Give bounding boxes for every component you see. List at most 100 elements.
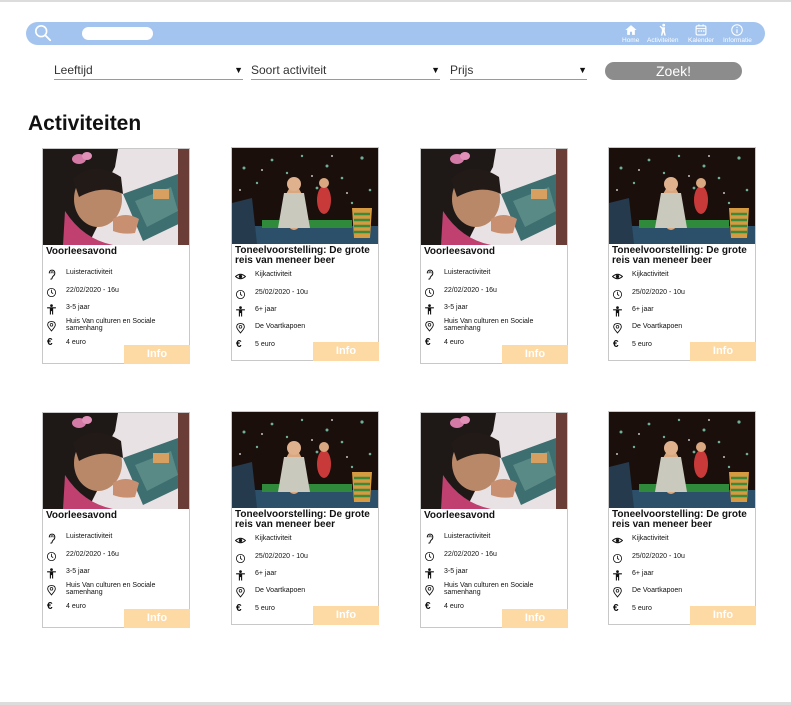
activity-age-row: 3-5 jaar: [424, 566, 566, 579]
activity-age-row: 3-5 jaar: [46, 566, 188, 579]
child-icon: [46, 302, 58, 315]
nav-home[interactable]: Home: [622, 22, 639, 45]
activity-price: 4 euro: [66, 339, 86, 346]
activity-kind-row: Luisteractiviteit: [424, 267, 566, 280]
nav-activiteiten[interactable]: Activiteiten: [647, 22, 678, 45]
eye-icon: [234, 533, 247, 545]
activity-photo: [421, 149, 567, 245]
activity-location-row: Huis Van culturen en Sociale samenhang: [424, 582, 566, 596]
activity-kind-row: Kijkactiviteit: [234, 533, 377, 545]
activity-title: Toneelvoorstelling: De grote reis van me…: [235, 245, 370, 266]
activity-photo: [232, 148, 378, 244]
location-pin-icon: [424, 583, 436, 596]
activity-age: 3-5 jaar: [66, 568, 90, 575]
activity-title: Voorleesavond: [46, 246, 117, 257]
activity-kind-row: Luisteractiviteit: [424, 531, 566, 544]
activity-date: 25/02/2020 - 10u: [255, 289, 308, 296]
activity-age: 6+ jaar: [255, 306, 277, 313]
dropdown-arrow-icon: ▼: [234, 65, 243, 75]
euro-icon: €: [425, 601, 431, 612]
activity-card[interactable]: Voorleesavond Luisteractiviteit 22/02/2020…: [420, 148, 568, 364]
activity-photo: [421, 413, 567, 509]
activity-location: De Voartkapoen: [255, 587, 306, 594]
activity-photo: [609, 412, 755, 508]
activity-date: 25/02/2020 - 10u: [632, 553, 685, 560]
activity-card[interactable]: Toneelvoorstelling: De grote reis van me…: [231, 147, 379, 361]
activity-kind-row: Kijkactiviteit: [234, 269, 377, 281]
age-filter-select[interactable]: Leeftijd ▼: [54, 60, 243, 80]
activity-location-row: De Voartkapoen: [235, 321, 377, 334]
ear-icon: [46, 267, 58, 280]
search-button[interactable]: Zoek!: [605, 62, 742, 80]
activity-card[interactable]: Toneelvoorstelling: De grote reis van me…: [608, 411, 756, 625]
activity-location-row: Huis Van culturen en Sociale samenhang: [46, 582, 188, 596]
type-filter-select[interactable]: Soort activiteit ▼: [251, 60, 440, 80]
activity-age: 6+ jaar: [255, 570, 277, 577]
info-button[interactable]: Info: [502, 345, 568, 364]
activity-age-row: 3-5 jaar: [46, 302, 188, 315]
price-filter-select[interactable]: Prijs ▼: [450, 60, 587, 80]
search-icon[interactable]: [34, 24, 52, 42]
location-pin-icon: [235, 321, 247, 334]
activity-location: Huis Van culturen en Sociale samenhang: [444, 318, 534, 332]
search-input[interactable]: [82, 27, 153, 40]
activity-date-row: 22/02/2020 - 16u: [46, 285, 188, 298]
activity-card[interactable]: Toneelvoorstelling: De grote reis van me…: [231, 411, 379, 625]
euro-icon: €: [236, 339, 242, 350]
info-button[interactable]: Info: [124, 609, 190, 628]
activity-kind: Luisteractiviteit: [444, 269, 491, 276]
clock-icon: [612, 287, 624, 300]
activity-date-row: 25/02/2020 - 10u: [612, 551, 754, 564]
activity-photo: [609, 148, 755, 244]
activity-price: 5 euro: [632, 341, 652, 348]
activity-location-row: De Voartkapoen: [235, 585, 377, 598]
activity-date: 25/02/2020 - 10u: [255, 553, 308, 560]
activity-card[interactable]: Voorleesavond Luisteractiviteit 22/02/2020…: [42, 148, 190, 364]
activity-price: 5 euro: [255, 341, 275, 348]
activity-age: 6+ jaar: [632, 570, 654, 577]
activity-date: 22/02/2020 - 16u: [66, 287, 119, 294]
window-top-border: [0, 0, 791, 2]
activity-date: 25/02/2020 - 10u: [632, 289, 685, 296]
info-button[interactable]: Info: [313, 606, 379, 625]
activity-location-row: De Voartkapoen: [612, 585, 754, 598]
child-icon: [612, 304, 624, 317]
nav-informatie-label: Informatie: [723, 37, 752, 44]
nav-kalender[interactable]: Kalender: [688, 22, 714, 45]
activity-card[interactable]: Toneelvoorstelling: De grote reis van me…: [608, 147, 756, 361]
info-button[interactable]: Info: [690, 606, 756, 625]
info-button[interactable]: Info: [313, 342, 379, 361]
type-filter-label: Soort activiteit: [251, 63, 327, 77]
activity-location: Huis Van culturen en Sociale samenhang: [66, 318, 156, 332]
activity-person-icon: [659, 23, 666, 36]
location-pin-icon: [612, 585, 624, 598]
nav-informatie[interactable]: Informatie: [723, 22, 752, 45]
activity-location: De Voartkapoen: [255, 323, 306, 330]
dropdown-arrow-icon: ▼: [578, 65, 587, 75]
activity-title: Toneelvoorstelling: De grote reis van me…: [235, 509, 370, 530]
activity-date-row: 22/02/2020 - 16u: [424, 285, 566, 298]
euro-icon: €: [47, 601, 53, 612]
activity-kind: Luisteractiviteit: [66, 533, 113, 540]
activity-date: 22/02/2020 - 16u: [444, 287, 497, 294]
activity-price: 4 euro: [444, 603, 464, 610]
activity-price: 4 euro: [66, 603, 86, 610]
info-button[interactable]: Info: [690, 342, 756, 361]
info-button[interactable]: Info: [502, 609, 568, 628]
activity-date-row: 25/02/2020 - 10u: [235, 551, 377, 564]
nav-home-label: Home: [622, 37, 640, 44]
activity-age-row: 6+ jaar: [612, 304, 754, 317]
eye-icon: [611, 269, 624, 281]
ear-icon: [46, 531, 58, 544]
activity-card[interactable]: Voorleesavond Luisteractiviteit 22/02/2020…: [420, 412, 568, 628]
euro-icon: €: [47, 337, 53, 348]
activity-age: 3-5 jaar: [66, 304, 90, 311]
info-button[interactable]: Info: [124, 345, 190, 364]
location-pin-icon: [235, 585, 247, 598]
activity-age: 6+ jaar: [632, 306, 654, 313]
activity-title: Voorleesavond: [46, 510, 117, 521]
dropdown-arrow-icon: ▼: [431, 65, 440, 75]
activity-kind-row: Luisteractiviteit: [46, 531, 188, 544]
euro-icon: €: [236, 603, 242, 614]
activity-card[interactable]: Voorleesavond Luisteractiviteit 22/02/2020…: [42, 412, 190, 628]
